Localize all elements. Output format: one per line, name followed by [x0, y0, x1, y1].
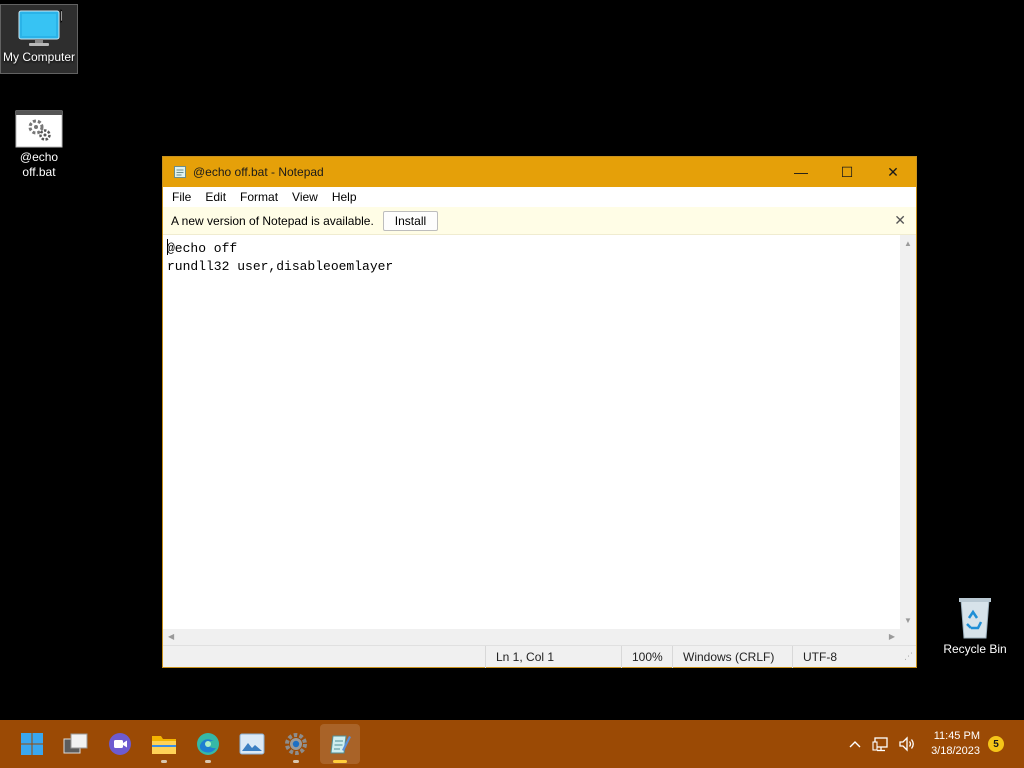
maximize-button[interactable]: ☐ — [824, 157, 870, 187]
notification-badge[interactable]: 5 — [988, 736, 1004, 752]
window-title: @echo off.bat - Notepad — [193, 165, 324, 179]
maximize-icon: ☐ — [840, 163, 854, 180]
scroll-left-arrow-icon[interactable]: ◀ — [168, 632, 174, 641]
show-hidden-icons-button[interactable] — [843, 732, 867, 756]
task-view-button[interactable] — [56, 724, 96, 764]
desktop: My Computer @echo off.bat Recycle Bin @e… — [0, 0, 1024, 720]
desktop-icon-recycle-bin[interactable]: Recycle Bin — [936, 596, 1014, 662]
status-encoding: UTF-8 — [792, 645, 892, 668]
system-tray: 11:45 PM 3/18/2023 5 — [843, 729, 1024, 759]
notepad-window: @echo off.bat - Notepad — ☐ ✕ File Edit … — [162, 156, 917, 668]
status-bar: Ln 1, Col 1 100% Windows (CRLF) UTF-8 ⋰ — [163, 645, 916, 668]
chevron-up-icon — [849, 741, 861, 748]
settings-button[interactable] — [276, 724, 316, 764]
desktop-icon-label: Recycle Bin — [943, 642, 1007, 656]
running-indicator — [293, 760, 299, 763]
editor-area: @echo off rundll32 user,disableoemlayer … — [163, 235, 916, 629]
edge-button[interactable] — [188, 724, 228, 764]
speaker-icon — [899, 736, 914, 752]
status-zoom: 100% — [621, 645, 672, 668]
desktop-icon-my-computer[interactable]: My Computer — [0, 4, 78, 74]
title-bar[interactable]: @echo off.bat - Notepad — ☐ ✕ — [163, 157, 916, 187]
menu-file[interactable]: File — [165, 187, 198, 207]
photos-button[interactable] — [232, 724, 272, 764]
file-explorer-button[interactable] — [144, 724, 184, 764]
recycle-bin-icon — [959, 598, 991, 639]
update-notice-bar: A new version of Notepad is available. I… — [163, 207, 916, 235]
chat-button[interactable] — [100, 724, 140, 764]
clock-time: 11:45 PM — [933, 730, 980, 742]
resize-grip-icon[interactable]: ⋰ — [904, 651, 913, 662]
scroll-right-arrow-icon[interactable]: ▶ — [889, 632, 895, 641]
close-icon: ✕ — [887, 163, 899, 180]
menu-help[interactable]: Help — [325, 187, 364, 207]
scroll-up-arrow-icon[interactable]: ▲ — [904, 239, 912, 248]
active-indicator — [333, 760, 347, 763]
edge-browser-icon — [197, 733, 219, 755]
scroll-down-arrow-icon[interactable]: ▼ — [904, 616, 912, 625]
minimize-icon: — — [794, 164, 808, 180]
notepad-icon — [330, 735, 351, 754]
clock-date: 3/18/2023 — [931, 745, 980, 757]
photos-icon — [239, 733, 265, 755]
desktop-icon-label: My Computer — [2, 50, 76, 64]
desktop-icon-label: @echo off.bat — [19, 150, 59, 179]
settings-gear-icon — [285, 733, 307, 755]
volume-button[interactable] — [895, 732, 919, 756]
update-notice-text: A new version of Notepad is available. — [171, 213, 374, 228]
text-caret — [167, 239, 168, 255]
minimize-button[interactable]: — — [778, 157, 824, 187]
notepad-taskbar-button[interactable] — [320, 724, 360, 764]
scroll-corner — [899, 629, 916, 645]
vertical-scrollbar[interactable]: ▲ ▼ — [900, 235, 916, 629]
taskbar: 11:45 PM 3/18/2023 5 — [0, 720, 1024, 768]
start-button[interactable] — [12, 724, 52, 764]
menu-format[interactable]: Format — [233, 187, 285, 207]
menu-view[interactable]: View — [285, 187, 325, 207]
running-indicator — [161, 760, 167, 763]
status-cursor-position: Ln 1, Col 1 — [485, 645, 621, 668]
file-explorer-icon — [152, 736, 176, 754]
batch-file-icon — [15, 110, 63, 148]
monitor-icon — [18, 9, 62, 46]
clock[interactable]: 11:45 PM 3/18/2023 — [931, 729, 980, 759]
running-indicator — [205, 760, 211, 763]
notepad-app-icon — [174, 166, 186, 178]
close-button[interactable]: ✕ — [870, 157, 916, 187]
task-view-icon — [63, 733, 88, 754]
desktop-icon-batch-file[interactable]: @echo off.bat — [0, 110, 78, 190]
meet-chat-icon — [109, 733, 131, 755]
network-icon — [872, 737, 888, 752]
notice-close-icon[interactable]: ✕ — [894, 212, 906, 229]
network-button[interactable] — [869, 732, 893, 756]
menu-bar: File Edit Format View Help — [163, 187, 916, 207]
text-editor[interactable]: @echo off rundll32 user,disableoemlayer — [163, 235, 901, 629]
horizontal-scrollbar[interactable]: ◀ ▶ — [163, 629, 901, 645]
start-windows-icon — [21, 733, 43, 755]
menu-edit[interactable]: Edit — [198, 187, 233, 207]
status-line-ending: Windows (CRLF) — [672, 645, 792, 668]
install-button[interactable]: Install — [382, 210, 439, 231]
horizontal-scroll-region: ◀ ▶ — [163, 629, 916, 645]
